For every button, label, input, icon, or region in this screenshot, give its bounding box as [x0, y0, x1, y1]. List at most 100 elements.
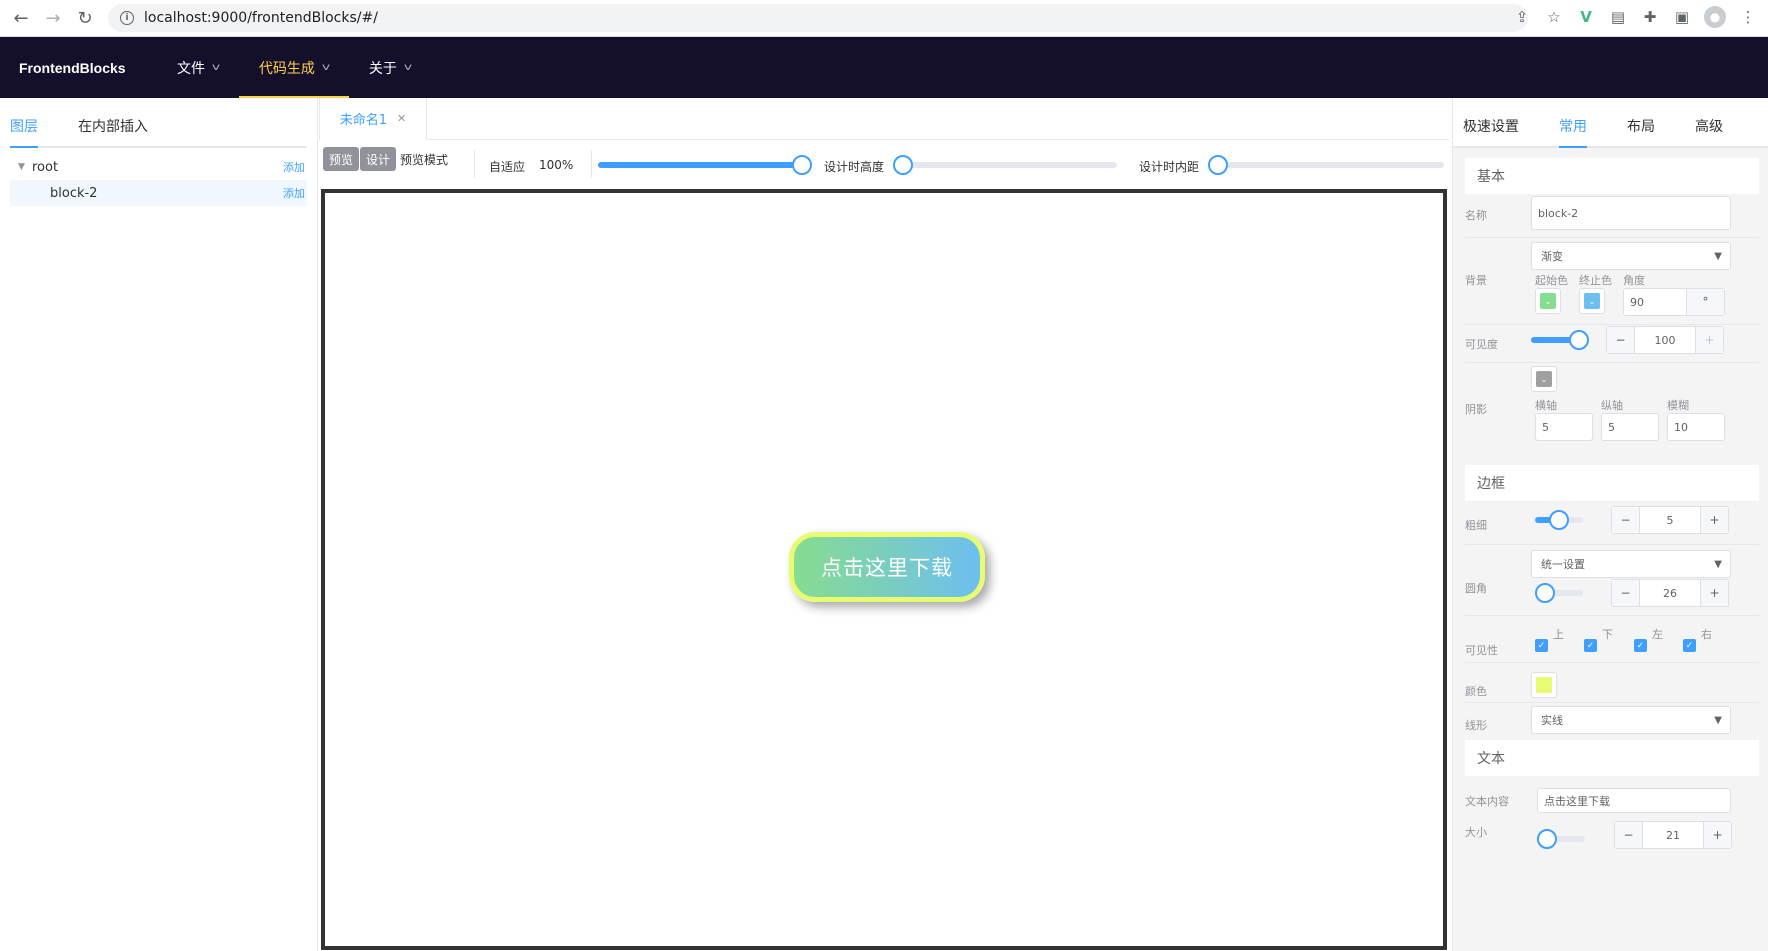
divider [1465, 324, 1759, 325]
design-height-label: 设计时高度 [824, 160, 885, 174]
radius-slider-handle[interactable] [1535, 583, 1555, 603]
site-info-icon[interactable]: i [120, 11, 134, 25]
shadow-x-label: 横轴 [1535, 399, 1557, 412]
radius-stepper[interactable]: − 26 + [1611, 579, 1729, 607]
minus-icon[interactable]: − [1612, 507, 1640, 533]
address-bar[interactable]: i localhost:9000/frontendBlocks/#/ [108, 4, 1528, 32]
checkbox-bottom[interactable]: ✓ [1584, 639, 1597, 652]
shadow-blur-input[interactable]: 10 [1667, 413, 1725, 441]
chevron-down-icon: ⌄ [1536, 371, 1552, 387]
download-block[interactable]: 点击这里下载 [789, 532, 985, 602]
plus-icon[interactable]: + [1703, 822, 1731, 848]
close-icon[interactable]: ✕ [397, 112, 406, 125]
plus-icon[interactable]: + [1700, 507, 1728, 533]
vue-devtools-icon[interactable]: V [1576, 6, 1596, 28]
end-color-picker[interactable]: ⌄ [1579, 288, 1605, 314]
radius-slider[interactable] [1535, 583, 1583, 603]
text-size-slider-handle[interactable] [1537, 829, 1557, 849]
border-width-slider[interactable] [1535, 510, 1583, 530]
chevron-down-icon: ▼ [1714, 714, 1722, 726]
plus-icon[interactable]: + [1695, 327, 1723, 353]
file-tab-untitled[interactable]: 未命名1 ✕ [319, 98, 427, 140]
checkbox-right[interactable]: ✓ [1683, 639, 1696, 652]
opacity-slider[interactable] [1531, 330, 1589, 350]
shadow-y-label: 纵轴 [1601, 399, 1623, 412]
shadow-y-input[interactable]: 5 [1601, 413, 1659, 441]
minus-icon[interactable]: − [1615, 822, 1643, 848]
shadow-color-picker[interactable]: ⌄ [1531, 366, 1557, 392]
url-text: localhost:9000/frontendBlocks/#/ [144, 10, 378, 26]
design-button[interactable]: 设计 [360, 147, 397, 171]
design-height-slider-handle[interactable] [893, 155, 913, 175]
zoom-slider-handle[interactable] [792, 155, 812, 175]
radius-mode-select[interactable]: 统一设置 ▼ [1531, 550, 1731, 578]
extension-icon[interactable]: ▤ [1608, 6, 1628, 28]
plus-icon[interactable]: + [1700, 580, 1728, 606]
chevron-down-icon: v [321, 62, 331, 73]
start-color-picker[interactable]: ⌄ [1535, 288, 1561, 314]
preview-button[interactable]: 预览 [323, 147, 360, 171]
divider [591, 150, 592, 178]
background-type-select[interactable]: 渐变 ▼ [1531, 242, 1731, 270]
menu-codegen[interactable]: 代码生成 v [238, 37, 349, 98]
puzzle-extensions-icon[interactable]: ✚ [1640, 6, 1660, 28]
profile-avatar-icon[interactable]: ● [1704, 6, 1726, 28]
tab-quick-settings[interactable]: 极速设置 [1463, 116, 1519, 146]
tab-insert-inside[interactable]: 在内部插入 [78, 116, 148, 146]
angle-input[interactable]: 90 ° [1623, 288, 1725, 316]
tree-node-root[interactable]: ▼ root 添加 [10, 154, 307, 180]
border-style-label: 线形 [1465, 719, 1487, 732]
border-width-stepper[interactable]: − 5 + [1611, 506, 1729, 534]
tab-common[interactable]: 常用 [1559, 116, 1587, 148]
shadow-x-input[interactable]: 5 [1535, 413, 1593, 441]
text-size-label: 大小 [1465, 826, 1487, 839]
tab-advanced[interactable]: 高级 [1695, 116, 1723, 146]
browser-actions: ⇪ ☆ V ▤ ✚ ▣ ● ⋮ [1512, 6, 1758, 28]
name-input[interactable]: block-2 [1531, 196, 1731, 230]
border-color-picker[interactable] [1531, 672, 1557, 698]
chevron-down-icon: ▼ [1714, 558, 1722, 570]
share-icon[interactable]: ⇪ [1512, 6, 1532, 28]
border-color-label: 颜色 [1465, 685, 1487, 698]
tab-layers[interactable]: 图层 [10, 116, 38, 148]
side-panel-icon[interactable]: ▣ [1672, 6, 1692, 28]
side-bottom-label: 下 [1602, 628, 1613, 641]
preview-mode-label: 预览模式 [400, 153, 449, 167]
checkbox-top[interactable]: ✓ [1535, 639, 1548, 652]
chevron-down-icon: ⌄ [1540, 293, 1556, 309]
side-right-label: 右 [1701, 628, 1712, 641]
caret-down-icon[interactable]: ▼ [18, 162, 32, 172]
design-padding-slider[interactable] [1208, 155, 1444, 175]
opacity-slider-handle[interactable] [1569, 330, 1589, 350]
opacity-stepper[interactable]: − 100 + [1606, 326, 1724, 354]
minus-icon[interactable]: − [1612, 580, 1640, 606]
back-icon[interactable]: ← [10, 7, 32, 29]
design-padding-slider-handle[interactable] [1208, 155, 1228, 175]
border-style-select[interactable]: 实线 ▼ [1531, 706, 1731, 734]
checkbox-left[interactable]: ✓ [1634, 639, 1647, 652]
reload-icon[interactable]: ↻ [74, 7, 96, 29]
add-link[interactable]: 添加 [283, 185, 305, 201]
text-size-slider[interactable] [1537, 829, 1585, 849]
border-width-slider-handle[interactable] [1549, 510, 1569, 530]
design-canvas[interactable]: 点击这里下载 [321, 189, 1447, 950]
browser-toolbar: ← → ↻ i localhost:9000/frontendBlocks/#/… [0, 0, 1768, 37]
left-tabs: 图层 在内部插入 [10, 98, 307, 148]
add-link[interactable]: 添加 [283, 159, 305, 175]
design-height-slider[interactable] [893, 155, 1117, 175]
text-content-input[interactable]: 点击这里下载 [1537, 788, 1731, 813]
tab-layout[interactable]: 布局 [1627, 116, 1655, 146]
zoom-slider[interactable] [598, 155, 812, 175]
menu-about[interactable]: 关于 v [349, 37, 431, 98]
name-label: 名称 [1465, 209, 1487, 222]
text-size-stepper[interactable]: − 21 + [1614, 821, 1732, 849]
bookmark-star-icon[interactable]: ☆ [1544, 6, 1564, 28]
tree-node-block-2[interactable]: block-2 添加 [10, 180, 307, 206]
minus-icon[interactable]: − [1607, 327, 1635, 353]
opacity-label: 可见度 [1465, 338, 1498, 351]
divider [1465, 544, 1759, 545]
adaptive-label: 自适应 [489, 160, 526, 174]
forward-icon[interactable]: → [42, 7, 64, 29]
more-menu-icon[interactable]: ⋮ [1738, 6, 1758, 28]
menu-file[interactable]: 文件 v [157, 37, 239, 98]
